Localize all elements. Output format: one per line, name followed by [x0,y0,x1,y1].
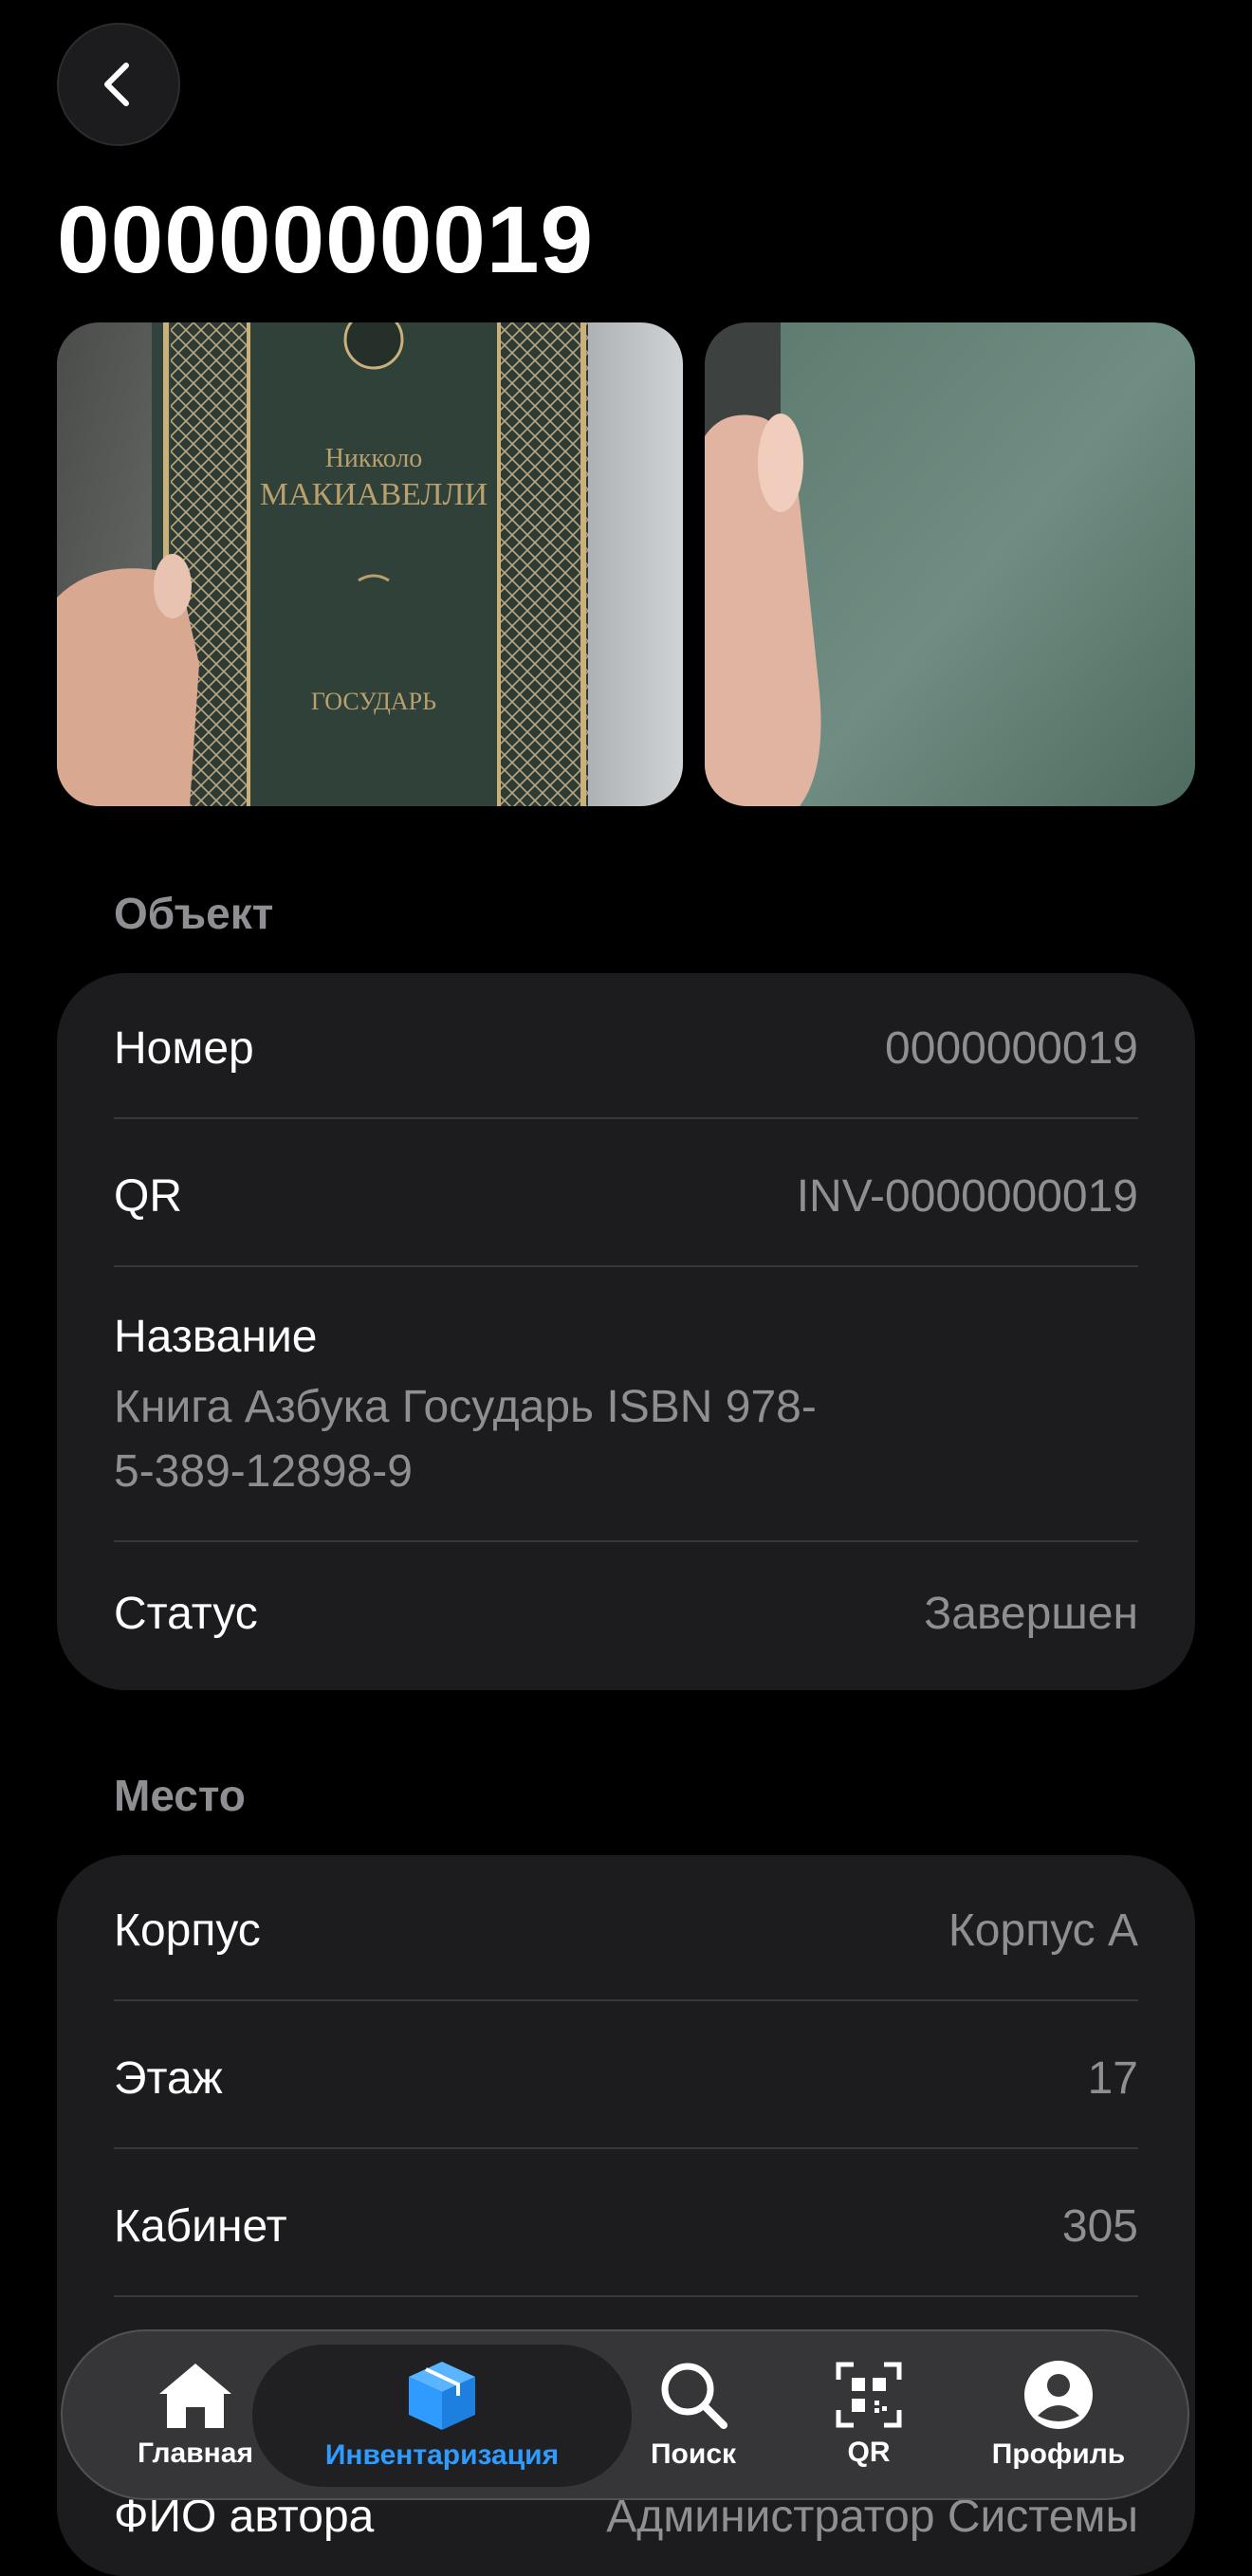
tab-label: Поиск [650,2438,737,2470]
tab-inventory[interactable]: Инвентаризация [262,2331,622,2498]
divider [114,2147,1138,2149]
photo-book-front[interactable]: Никколо МАКИАВЕЛЛИ ГОСУДАРЬ [57,322,683,806]
magnifier-icon [661,2363,727,2429]
row-value: 17 [1087,2052,1138,2104]
tab-home[interactable]: Главная [120,2331,271,2498]
section-header-object: Объект [114,889,274,938]
row-value: 305 [1061,2200,1138,2252]
tab-label: QR [847,2437,891,2468]
divider [114,1540,1138,1542]
tab-profile[interactable]: Профиль [973,2331,1144,2498]
object-row-status: Статус Завершен [114,1580,1138,1647]
row-label: Корпус [114,1904,261,1956]
object-row-qr: QR INV-0000000019 [114,1163,1138,1229]
cover-author-last: МАКИАВЕЛЛИ [260,477,488,512]
object-card: Номер 0000000019 QR INV-0000000019 Назва… [57,973,1195,1690]
place-row-floor: Этаж 17 [114,2045,1138,2111]
row-label: Название [114,1312,318,1362]
divider [114,1117,1138,1119]
tab-label: Главная [137,2438,253,2469]
house-icon [159,2364,231,2428]
back-button[interactable] [57,23,180,146]
place-row-room: Кабинет 305 [114,2193,1138,2259]
box-icon [409,2362,475,2430]
qr-icon [836,2362,902,2428]
tab-label: Инвентаризация [324,2439,560,2471]
photo-book-back[interactable] [705,322,1195,806]
section-header-place: Место [114,1771,246,1820]
row-value: INV-0000000019 [796,1170,1138,1222]
divider [114,2295,1138,2297]
row-label: QR [114,1170,182,1222]
tab-search[interactable]: Поиск [622,2331,764,2498]
tab-label: Профиль [991,2438,1126,2470]
row-value: Книга Азбука Государь ISBN 978-5-389-128… [114,1382,817,1497]
object-row-number: Номер 0000000019 [114,1015,1138,1081]
row-label: Этаж [114,2052,223,2104]
cover-title: ГОСУДАРЬ [311,688,436,715]
row-value: 0000000019 [885,1022,1138,1074]
place-row-building: Корпус Корпус А [114,1897,1138,1963]
person-icon [1024,2361,1093,2429]
cover-author-first: Никколо [325,444,423,473]
tab-bar: Главная Инвентаризация Поиск QR Профиль [61,2329,1189,2500]
row-label: Номер [114,1022,254,1074]
chevron-left-icon [104,63,129,106]
row-value: Корпус А [948,1904,1138,1956]
divider [114,1265,1138,1267]
row-label: Кабинет [114,2200,287,2252]
divider [114,1999,1138,2001]
tab-qr[interactable]: QR [812,2331,926,2498]
row-label: Статус [114,1588,258,1639]
page-title: 0000000019 [57,187,595,293]
row-value: Завершен [924,1588,1138,1639]
